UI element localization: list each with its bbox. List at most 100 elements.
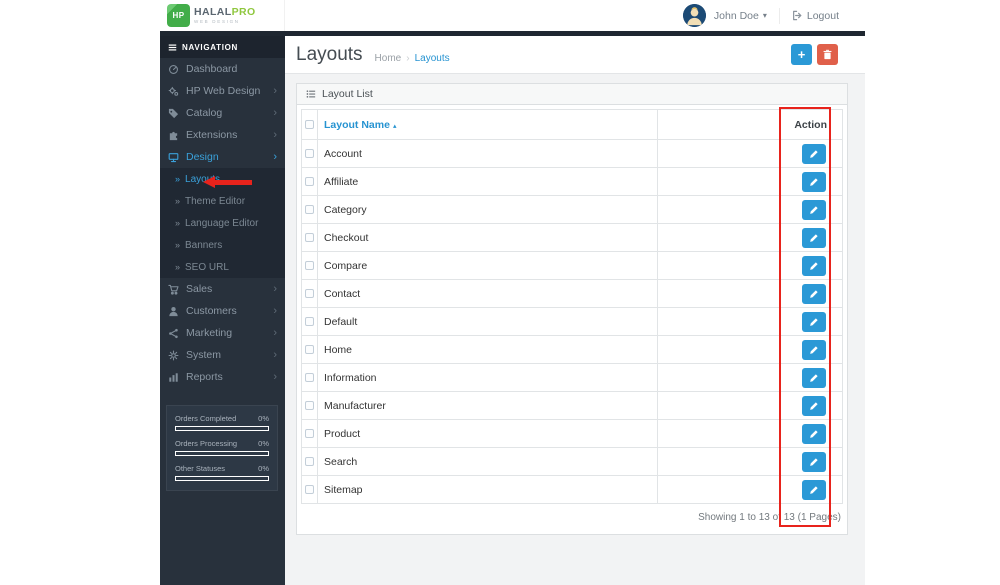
stat-progress-bar <box>175 426 269 431</box>
empty-cell <box>657 139 781 168</box>
row-checkbox[interactable] <box>305 429 314 439</box>
user-menu[interactable]: John Doe <box>714 10 759 22</box>
caret-down-icon[interactable]: ▾ <box>763 11 767 20</box>
table-row: Manufacturer <box>301 391 843 420</box>
sidebar-item-extensions[interactable]: Extensions › <box>160 124 285 146</box>
sidebar-stats-panel: Orders Completed 0% Orders Processing 0%… <box>166 405 278 491</box>
row-checkbox[interactable] <box>305 289 314 299</box>
row-checkbox[interactable] <box>305 457 314 467</box>
sidebar-stat: Other Statuses 0% <box>175 464 269 481</box>
empty-cell <box>657 195 781 224</box>
sidebar-subitem-layouts[interactable]: » Layouts <box>160 168 285 190</box>
sidebar-nav: Dashboard HP Web Design › Catalog › Exte… <box>160 58 285 388</box>
sidebar-subitem-language-editor[interactable]: » Language Editor <box>160 212 285 234</box>
trash-icon <box>822 49 833 60</box>
stat-value: 0% <box>258 439 269 448</box>
edit-button[interactable] <box>802 227 826 248</box>
share-icon <box>168 328 182 339</box>
row-checkbox[interactable] <box>305 373 314 383</box>
row-checkbox[interactable] <box>305 149 314 159</box>
row-checkbox[interactable] <box>305 261 314 271</box>
cogs-icon <box>168 86 182 97</box>
user-avatar[interactable] <box>682 4 706 27</box>
sidebar: NAVIGATION Dashboard HP Web Design › Cat… <box>160 36 285 585</box>
add-layout-button[interactable]: + <box>791 44 812 65</box>
empty-header-cell <box>657 109 781 140</box>
row-checkbox[interactable] <box>305 177 314 187</box>
sidebar-item-catalog[interactable]: Catalog › <box>160 102 285 124</box>
row-checkbox[interactable] <box>305 205 314 215</box>
row-checkbox[interactable] <box>305 233 314 243</box>
empty-cell <box>657 279 781 308</box>
stat-label: Orders Processing <box>175 439 238 448</box>
sidebar-item-marketing[interactable]: Marketing › <box>160 322 285 344</box>
sidebar-item-sales[interactable]: Sales › <box>160 278 285 300</box>
sidebar-item-reports[interactable]: Reports › <box>160 366 285 388</box>
pencil-icon <box>809 345 819 355</box>
edit-button[interactable] <box>802 283 826 304</box>
admin-app: HP HALALPRO WEB DESIGN John Doe ▾ Logout… <box>160 0 865 585</box>
person-icon <box>682 4 706 27</box>
breadcrumb-separator-icon: › <box>406 52 410 64</box>
stat-value: 0% <box>258 464 269 473</box>
edit-button[interactable] <box>802 199 826 220</box>
row-checkbox[interactable] <box>305 345 314 355</box>
logout-button[interactable]: Logout <box>792 10 839 22</box>
sidebar-nav-title: NAVIGATION <box>160 36 285 58</box>
chevron-right-icon: › <box>273 84 277 97</box>
table-body: Account Affiliate Category Checkout Comp… <box>301 139 843 504</box>
sort-layout-name[interactable]: Layout Name ▴ <box>317 109 658 140</box>
sidebar-subitem-seo-url[interactable]: » SEO URL <box>160 256 285 278</box>
empty-cell <box>657 363 781 392</box>
pencil-icon <box>809 261 819 271</box>
delete-layout-button[interactable] <box>817 44 838 65</box>
edit-button[interactable] <box>802 171 826 192</box>
edit-button[interactable] <box>802 311 826 332</box>
edit-button[interactable] <box>802 423 826 444</box>
edit-button[interactable] <box>802 339 826 360</box>
sidebar-stat: Orders Completed 0% <box>175 414 269 431</box>
empty-cell <box>657 391 781 420</box>
chevron-right-icon: › <box>273 150 277 163</box>
stat-label: Orders Completed <box>175 414 237 423</box>
edit-button[interactable] <box>802 479 826 500</box>
edit-button[interactable] <box>802 255 826 276</box>
sidebar-item-system[interactable]: System › <box>160 344 285 366</box>
layout-name-cell: Account <box>317 139 658 168</box>
empty-cell <box>657 251 781 280</box>
breadcrumb-current[interactable]: Layouts <box>415 53 450 64</box>
edit-button[interactable] <box>802 451 826 472</box>
chevron-right-icon: › <box>273 370 277 383</box>
sidebar-item-customers[interactable]: Customers › <box>160 300 285 322</box>
edit-button[interactable] <box>802 367 826 388</box>
edit-button[interactable] <box>802 395 826 416</box>
dashboard-icon <box>168 64 182 75</box>
sidebar-subitem-banners[interactable]: » Banners <box>160 234 285 256</box>
table-row: Compare <box>301 251 843 280</box>
select-all-checkbox[interactable] <box>305 120 314 130</box>
breadcrumb-home[interactable]: Home <box>375 53 402 64</box>
layout-name-cell: Home <box>317 335 658 364</box>
logo-cube-text: HP <box>172 11 185 20</box>
breadcrumb: Home › Layouts <box>375 53 450 64</box>
row-checkbox[interactable] <box>305 401 314 411</box>
row-checkbox[interactable] <box>305 485 314 495</box>
row-checkbox[interactable] <box>305 317 314 327</box>
layout-name-cell: Default <box>317 307 658 336</box>
menu-icon <box>168 43 177 52</box>
pencil-icon <box>809 457 819 467</box>
brand-tagline: WEB DESIGN <box>194 18 240 24</box>
tag-icon <box>168 108 182 119</box>
brand-logo[interactable]: HP HALALPRO WEB DESIGN <box>160 0 285 31</box>
sidebar-item-dashboard[interactable]: Dashboard <box>160 58 285 80</box>
logout-icon <box>792 10 803 21</box>
sidebar-item-design[interactable]: Design › <box>160 146 285 168</box>
sidebar-item-hp-web-design[interactable]: HP Web Design › <box>160 80 285 102</box>
cart-icon <box>168 284 182 295</box>
sort-asc-icon: ▴ <box>392 122 397 130</box>
pencil-icon <box>809 429 819 439</box>
layout-name-cell: Information <box>317 363 658 392</box>
edit-button[interactable] <box>802 143 826 164</box>
sidebar-subitem-theme-editor[interactable]: » Theme Editor <box>160 190 285 212</box>
table-row: Default <box>301 307 843 336</box>
